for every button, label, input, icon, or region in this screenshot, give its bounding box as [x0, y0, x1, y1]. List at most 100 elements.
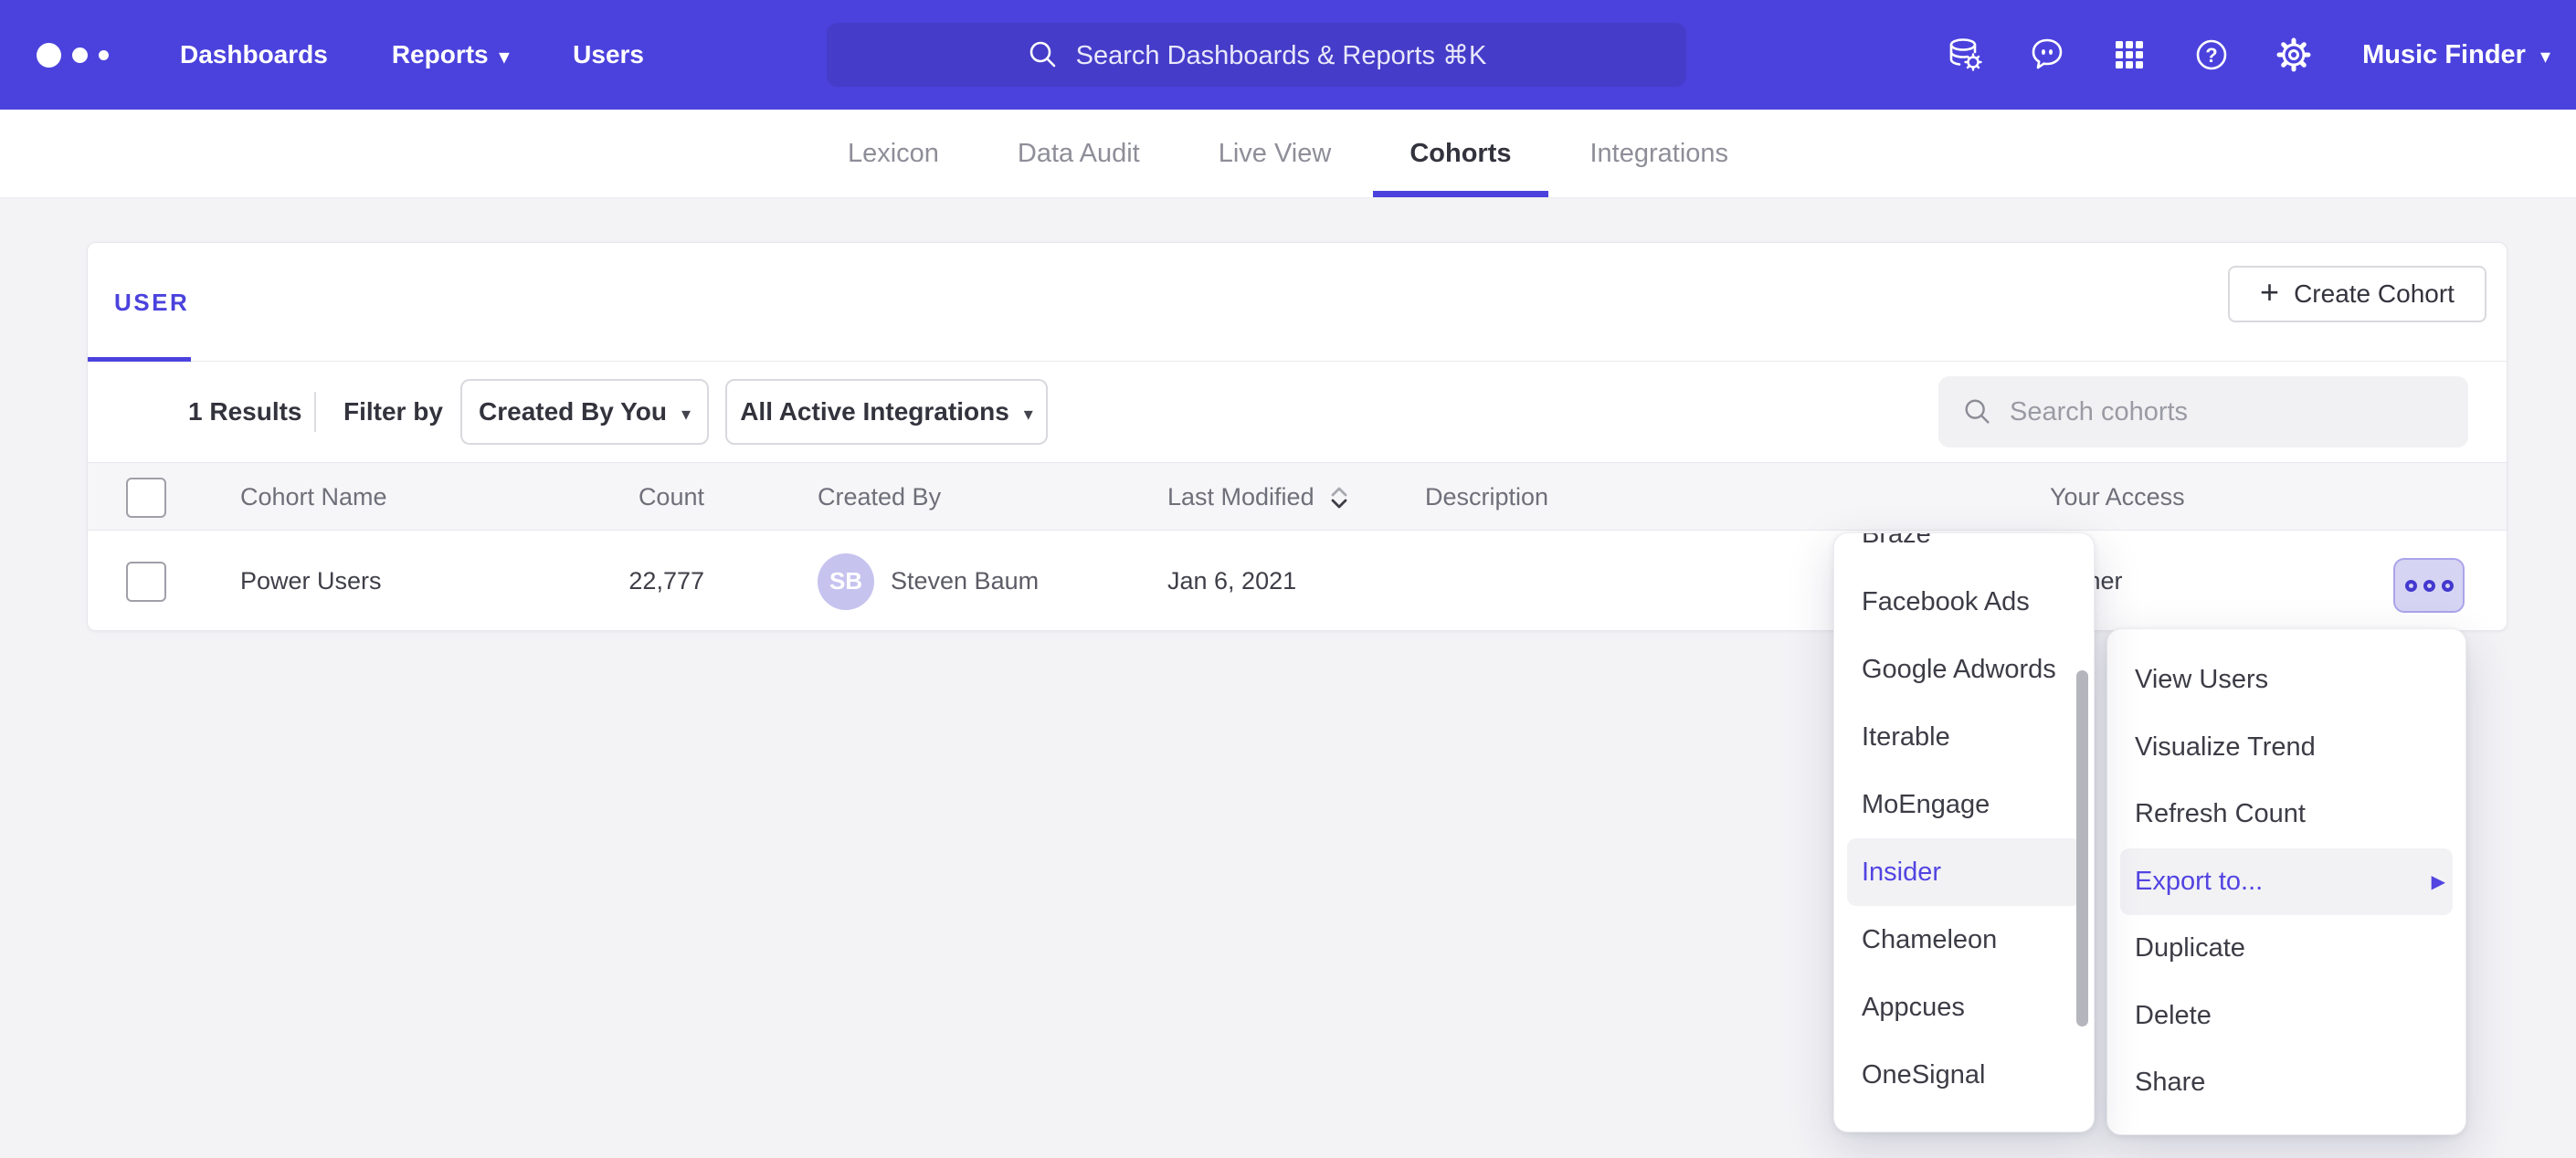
context-menu-item[interactable]: Share ▶ — [2107, 1049, 2465, 1117]
export-destination-label: Chameleon — [1862, 925, 1997, 955]
cohort-search-input[interactable] — [2010, 397, 2412, 427]
column-description: Description — [1425, 463, 1548, 532]
section-tab[interactable]: Lexicon — [848, 110, 939, 197]
export-destination-item[interactable]: Insider ▶ — [1847, 838, 2081, 906]
plus-icon: + — [2260, 276, 2279, 312]
section-tab[interactable]: Live View — [1219, 110, 1332, 197]
tab-user-cohorts[interactable]: USER — [88, 243, 189, 362]
context-menu-item[interactable]: Duplicate ▶ — [2107, 915, 2465, 983]
global-search-input[interactable]: Search Dashboards & Reports ⌘K — [827, 23, 1686, 87]
top-nav-link[interactable]: Dashboards ▾ — [180, 40, 328, 69]
export-destination-label: Iterable — [1862, 722, 1950, 753]
context-menu-item-label: Delete — [2135, 1001, 2212, 1031]
created-by-name: Steven Baum — [891, 567, 1039, 595]
sort-icon — [1327, 484, 1351, 511]
project-name: Music Finder — [2362, 40, 2526, 70]
chevron-down-icon: ▾ — [681, 399, 691, 426]
column-last-modified-label: Last Modified — [1167, 483, 1314, 511]
top-nav-link[interactable]: Users ▾ — [573, 40, 644, 69]
logo-dot-medium — [72, 47, 88, 63]
context-menu-item-label: Refresh Count — [2135, 799, 2306, 829]
cohort-search — [1938, 376, 2468, 447]
top-nav: Dashboards ▾ Reports ▾ Users ▾ Search Da… — [0, 0, 2576, 110]
section-tab-bar: Lexicon Data Audit Live View Cohorts Int… — [0, 110, 2576, 198]
section-tab-label: Cohorts — [1409, 139, 1511, 169]
created-by-filter-dropdown[interactable]: Created By You ▾ — [460, 379, 709, 445]
cohorts-panel: USER + Create Cohort 1 Results Filter by… — [87, 242, 2507, 631]
settings-gear-icon[interactable] — [2275, 36, 2313, 74]
filter-bar: 1 Results Filter by Created By You ▾ All… — [88, 362, 2507, 462]
context-menu-item-label: Duplicate — [2135, 933, 2245, 963]
export-destination-item[interactable]: OneSignal ▶ — [1834, 1041, 2094, 1109]
top-nav-link[interactable]: Reports ▾ — [392, 40, 509, 69]
export-destination-item[interactable]: Chameleon ▶ — [1834, 906, 2094, 974]
export-destination-item[interactable]: MoEngage ▶ — [1834, 771, 2094, 838]
feedback-icon[interactable] — [2028, 36, 2066, 74]
column-created-by: Created By — [818, 463, 941, 532]
context-menu-item[interactable]: Export to... ▶ — [2120, 848, 2453, 916]
export-destination-item[interactable]: Braze ▶ — [1834, 532, 2094, 568]
top-nav-link-label: Dashboards — [180, 40, 328, 69]
cohort-table-row: Power Users 22,777 SB Steven Baum Jan 6,… — [88, 531, 2507, 631]
svg-text:?: ? — [2205, 44, 2217, 67]
chevron-down-icon: ▾ — [500, 44, 510, 67]
data-settings-icon[interactable] — [1946, 36, 1984, 74]
row-checkbox-cell — [126, 531, 166, 631]
create-cohort-label: Create Cohort — [2294, 279, 2455, 309]
divider — [314, 392, 316, 432]
chevron-down-icon: ▾ — [2540, 41, 2550, 68]
integrations-filter-dropdown[interactable]: All Active Integrations ▾ — [725, 379, 1048, 445]
select-all-checkbox[interactable] — [126, 478, 166, 518]
export-destination-item[interactable]: Iterable ▶ — [1834, 703, 2094, 771]
column-your-access: Your Access — [2050, 463, 2185, 532]
export-destination-label: Google Adwords — [1862, 655, 2056, 685]
export-destination-item[interactable]: Google Adwords ▶ — [1834, 636, 2094, 703]
avatar: SB — [818, 553, 874, 610]
cohort-count: 22,777 — [480, 531, 704, 631]
help-icon[interactable]: ? — [2192, 36, 2231, 74]
context-menu-item[interactable]: View Users ▶ — [2107, 647, 2465, 714]
export-destination-item[interactable]: Appcues ▶ — [1834, 974, 2094, 1041]
integrations-filter-label: All Active Integrations — [740, 397, 1009, 426]
context-menu-item-label: Export to... — [2135, 867, 2263, 897]
section-tab[interactable]: Cohorts — [1409, 110, 1511, 197]
logo-dot-small — [99, 50, 109, 60]
global-search-placeholder: Search Dashboards & Reports ⌘K — [1076, 39, 1487, 71]
top-nav-links: Dashboards ▾ Reports ▾ Users ▾ — [180, 40, 644, 69]
mixpanel-logo-icon[interactable] — [37, 43, 109, 68]
section-tab-label: Live View — [1219, 139, 1332, 169]
export-destination-item[interactable]: Facebook Ads ▶ — [1834, 568, 2094, 636]
column-last-modified[interactable]: Last Modified — [1167, 463, 1351, 532]
project-switcher[interactable]: Music Finder ▾ — [2362, 40, 2550, 70]
export-destination-label: Appcues — [1862, 993, 1965, 1023]
created-by-filter-label: Created By You — [479, 397, 667, 426]
section-tab-label: Integrations — [1590, 139, 1729, 169]
top-nav-right: ? M — [1946, 0, 2550, 110]
ellipsis-dot — [2405, 580, 2417, 592]
table-header: Cohort Name Count Created By Last Modifi… — [88, 462, 2507, 531]
apps-grid-icon[interactable] — [2110, 36, 2148, 74]
export-destination-label: Insider — [1862, 858, 1941, 888]
row-checkbox[interactable] — [126, 562, 166, 602]
export-submenu: Braze ▶ Facebook Ads ▶ Google Adwords ▶ … — [1833, 532, 2095, 1132]
export-destination-label: OneSignal — [1862, 1060, 1985, 1090]
last-modified-date: Jan 6, 2021 — [1167, 531, 1296, 631]
create-cohort-button[interactable]: + Create Cohort — [2228, 266, 2486, 322]
section-tab-label: Data Audit — [1018, 139, 1140, 169]
search-icon — [1027, 38, 1060, 71]
context-menu-item[interactable]: Delete ▶ — [2107, 983, 2465, 1050]
row-more-actions-button[interactable] — [2393, 558, 2465, 613]
section-tab[interactable]: Data Audit — [1018, 110, 1140, 197]
export-destination-label: MoEngage — [1862, 790, 1990, 820]
logo-dot-large — [37, 43, 61, 68]
search-icon — [1962, 396, 1993, 427]
context-menu-item-label: Share — [2135, 1068, 2205, 1098]
section-tab[interactable]: Integrations — [1590, 110, 1729, 197]
context-menu-item[interactable]: Visualize Trend ▶ — [2107, 714, 2465, 782]
context-menu-item[interactable]: Refresh Count ▶ — [2107, 781, 2465, 848]
column-count: Count — [480, 463, 704, 532]
submenu-scrollbar[interactable] — [2076, 670, 2088, 1026]
context-menu-item-label: View Users — [2135, 665, 2268, 695]
cohort-name-link[interactable]: Power Users — [240, 531, 382, 631]
tab-user-label: USER — [114, 289, 189, 317]
